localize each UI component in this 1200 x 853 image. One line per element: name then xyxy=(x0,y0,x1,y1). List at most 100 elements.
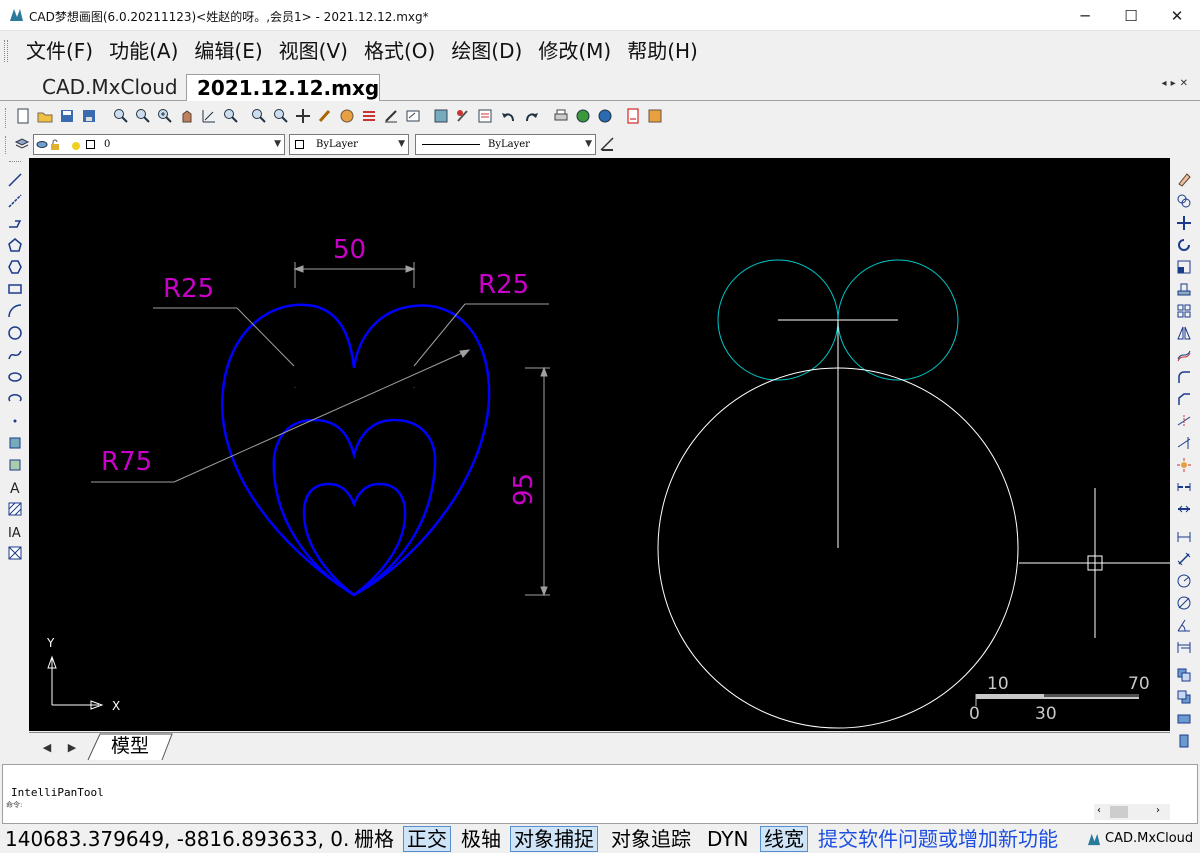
toggle-polar[interactable]: 极轴 xyxy=(457,826,505,852)
toggle-lineweight[interactable]: 线宽 xyxy=(760,826,808,852)
zoom-all-icon[interactable] xyxy=(272,107,290,125)
tab-close-icon[interactable]: ✕ xyxy=(1180,78,1192,89)
toolbar-grip[interactable] xyxy=(5,108,9,128)
mtext-tool-icon[interactable]: IA xyxy=(6,522,24,540)
new-file-icon[interactable] xyxy=(14,107,32,125)
white-geometry[interactable] xyxy=(657,319,1019,729)
command-scrollbar[interactable]: ‹ › xyxy=(1094,804,1170,820)
table-tool-icon[interactable] xyxy=(6,544,24,562)
draw-order-front-icon[interactable] xyxy=(1175,666,1193,684)
menu-format[interactable]: 格式(O) xyxy=(356,38,443,64)
menu-modify[interactable]: 修改(M) xyxy=(530,38,619,64)
menu-draw[interactable]: 绘图(D) xyxy=(443,38,530,64)
redo-icon[interactable] xyxy=(522,107,540,125)
tab-first-icon[interactable]: ◀ xyxy=(38,737,56,757)
draw-order-back-icon[interactable] xyxy=(1175,688,1193,706)
menu-function[interactable]: 功能(A) xyxy=(101,38,186,64)
print-icon[interactable] xyxy=(552,107,570,125)
scale-icon[interactable] xyxy=(1175,258,1193,276)
arc-tool-icon[interactable] xyxy=(6,302,24,320)
circle-tool-icon[interactable] xyxy=(6,324,24,342)
join-icon[interactable] xyxy=(1175,500,1193,518)
toggle-dyn[interactable]: DYN xyxy=(703,826,752,852)
rectangle-tool-icon[interactable] xyxy=(6,280,24,298)
zoom-window-icon[interactable] xyxy=(134,107,152,125)
extend-icon[interactable] xyxy=(1175,434,1193,452)
tab-next-icon[interactable]: ▸ xyxy=(1171,78,1180,89)
stretch-icon[interactable] xyxy=(1175,280,1193,298)
menu-help[interactable]: 帮助(H) xyxy=(619,38,706,64)
window-icon[interactable] xyxy=(404,107,422,125)
draw-order-below-icon[interactable] xyxy=(1175,732,1193,750)
point-tool-icon[interactable] xyxy=(6,412,24,430)
zoom-realtime-icon[interactable] xyxy=(112,107,130,125)
close-button[interactable]: ✕ xyxy=(1154,0,1200,31)
toggle-ortho[interactable]: 正交 xyxy=(403,826,451,852)
text-style-icon[interactable] xyxy=(382,107,400,125)
pan-icon[interactable] xyxy=(178,107,196,125)
toggle-object-track[interactable]: 对象追踪 xyxy=(607,826,695,852)
dim-angular-icon[interactable] xyxy=(1175,616,1193,634)
toggle-grid[interactable]: 栅格 xyxy=(350,826,398,852)
array-icon[interactable] xyxy=(1175,302,1193,320)
trim-icon[interactable] xyxy=(1175,412,1193,430)
measure-icon[interactable] xyxy=(200,107,218,125)
move-cross-icon[interactable] xyxy=(294,107,312,125)
cloud-icon[interactable] xyxy=(596,107,614,125)
menu-grip[interactable] xyxy=(4,40,8,62)
spline-tool-icon[interactable] xyxy=(6,346,24,364)
drawing-svg[interactable]: 50 R25 R25 R75 95 X Y 10 70 0 30 xyxy=(29,158,1170,731)
dim-diameter-icon[interactable] xyxy=(1175,594,1193,612)
linetype-select[interactable]: ByLayer ▼ xyxy=(415,134,596,155)
make-block-icon[interactable] xyxy=(6,456,24,474)
menu-file[interactable]: 文件(F) xyxy=(18,38,101,64)
tab-prev-icon[interactable]: ◂ xyxy=(1162,78,1171,89)
pdf-export-icon[interactable] xyxy=(624,107,642,125)
copy-icon[interactable] xyxy=(1175,192,1193,210)
chamfer-icon[interactable] xyxy=(1175,390,1193,408)
scroll-left-icon[interactable]: ‹ xyxy=(1097,805,1101,816)
heart-shapes[interactable] xyxy=(220,303,491,597)
tab-cad-mxcloud[interactable]: CAD.MxCloud xyxy=(32,74,184,101)
maximize-button[interactable]: ☐ xyxy=(1108,0,1154,31)
zoom-extents-icon[interactable] xyxy=(222,107,240,125)
command-window[interactable] xyxy=(2,764,1198,824)
block-icon[interactable] xyxy=(432,107,450,125)
open-file-icon[interactable] xyxy=(36,107,54,125)
command-prompt[interactable]: 命令: xyxy=(6,800,22,810)
web-icon[interactable] xyxy=(574,107,592,125)
hatch-tool-icon[interactable] xyxy=(6,500,24,518)
scroll-thumb[interactable] xyxy=(1110,806,1128,818)
draw-toolbar-grip[interactable] xyxy=(9,161,21,167)
ellipse-arc-tool-icon[interactable] xyxy=(6,390,24,408)
menu-view[interactable]: 视图(V) xyxy=(271,38,356,64)
lineweight-icon[interactable] xyxy=(598,135,616,153)
minimize-button[interactable]: ─ xyxy=(1062,0,1108,31)
line-tool-icon[interactable] xyxy=(6,171,24,189)
properties-icon[interactable] xyxy=(476,107,494,125)
image-export-icon[interactable] xyxy=(646,107,664,125)
explode-icon[interactable] xyxy=(1175,456,1193,474)
insert-image-icon[interactable] xyxy=(338,107,356,125)
insert-block-icon[interactable] xyxy=(6,434,24,452)
offset-icon[interactable] xyxy=(1175,346,1193,364)
drawing-canvas[interactable]: 50 R25 R25 R75 95 X Y 10 70 0 30 xyxy=(29,158,1170,731)
dim-baseline-icon[interactable] xyxy=(1175,638,1193,656)
layers-icon[interactable] xyxy=(360,107,378,125)
polygon2-tool-icon[interactable] xyxy=(6,258,24,276)
undo-icon[interactable] xyxy=(500,107,518,125)
save-icon[interactable] xyxy=(58,107,76,125)
break-icon[interactable] xyxy=(1175,478,1193,496)
rotate-icon[interactable] xyxy=(1175,236,1193,254)
tab-model[interactable]: 模型 xyxy=(95,733,163,760)
toggle-object-snap[interactable]: 对象捕捉 xyxy=(510,826,598,852)
erase-icon[interactable] xyxy=(1175,170,1193,188)
layer-select[interactable]: 0 ▼ xyxy=(33,134,285,155)
save-as-icon[interactable] xyxy=(80,107,98,125)
properties-grip[interactable] xyxy=(5,136,9,154)
zoom-in-icon[interactable] xyxy=(156,107,174,125)
text-tool-icon[interactable]: A xyxy=(6,478,24,496)
layer-manager-icon[interactable] xyxy=(13,135,31,153)
dim-radius-icon[interactable] xyxy=(1175,572,1193,590)
polygon-tool-icon[interactable] xyxy=(6,236,24,254)
